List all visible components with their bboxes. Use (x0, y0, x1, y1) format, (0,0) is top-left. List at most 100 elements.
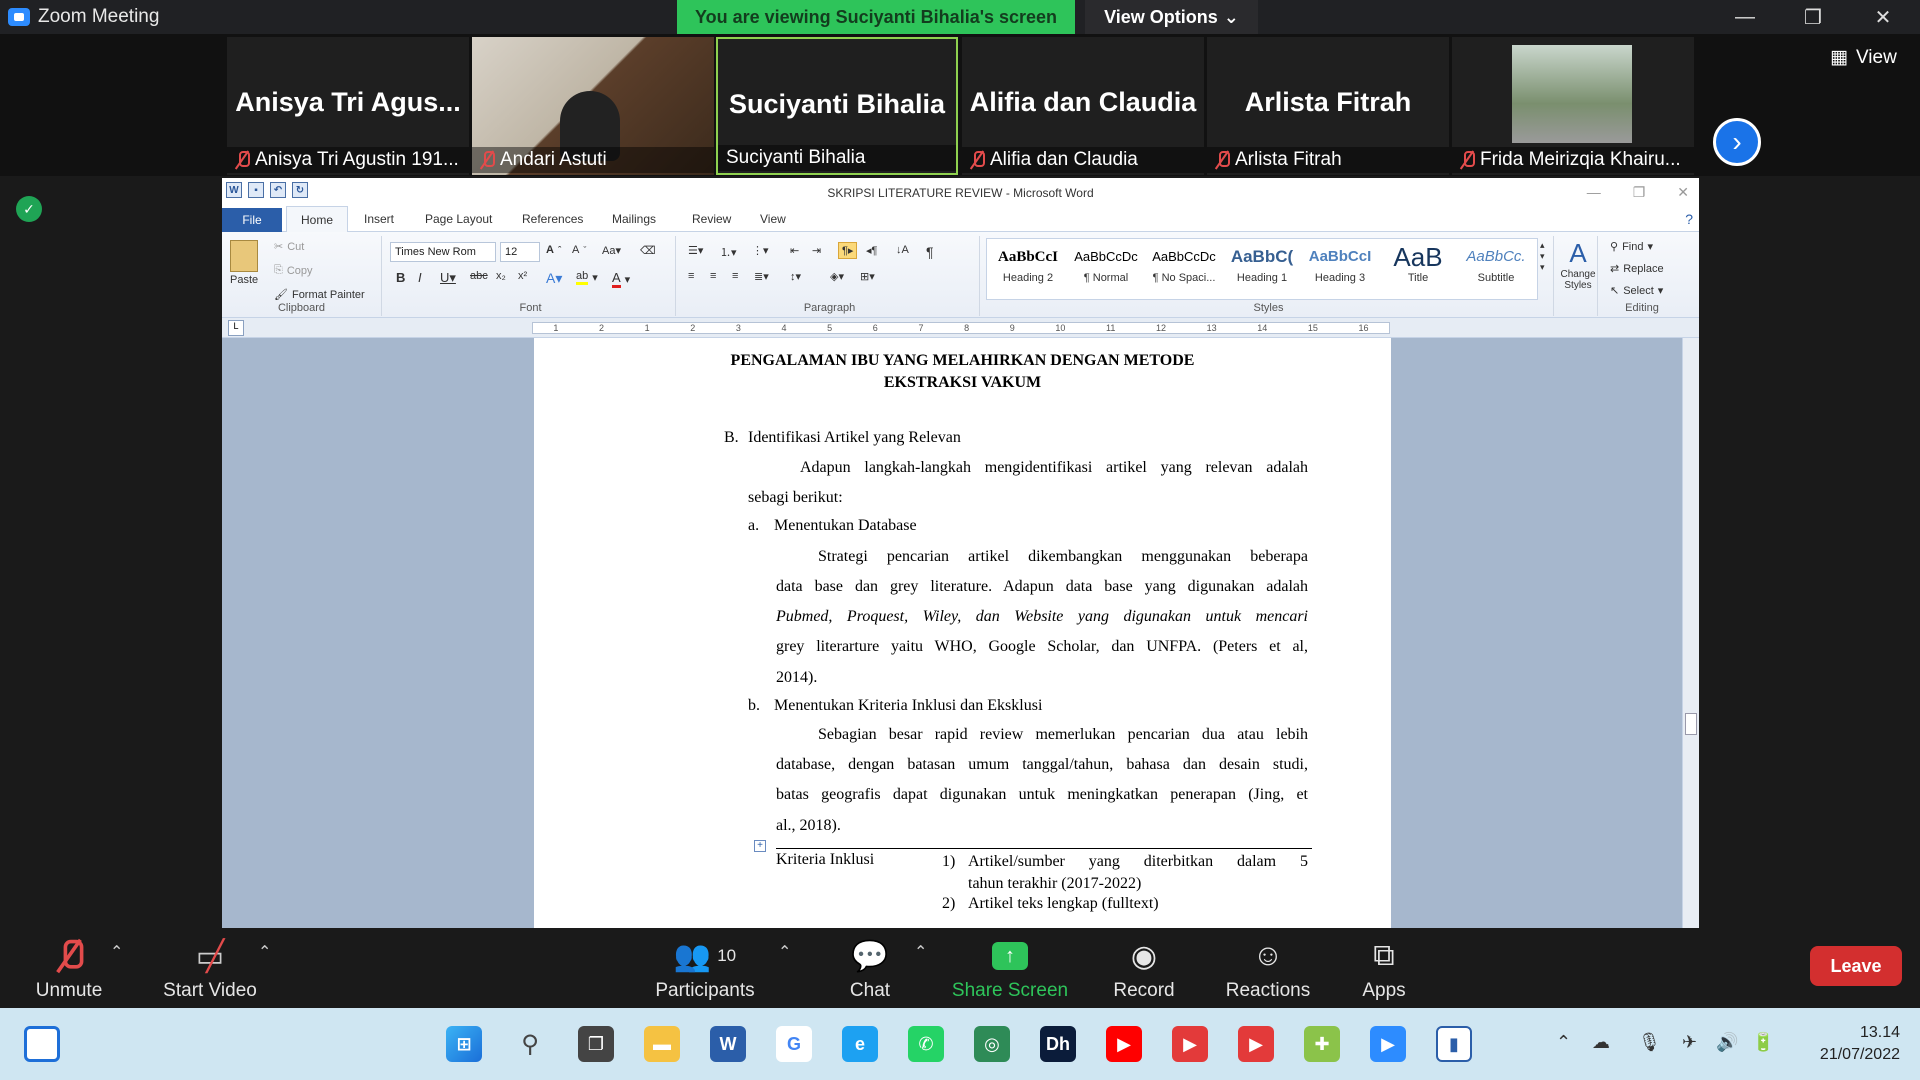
style-heading-1[interactable]: AaBbC(Heading 1 (1224, 242, 1300, 298)
participant-tile[interactable]: Frida Meirizqia Khairu... (1452, 37, 1694, 175)
find-button[interactable]: ⚲ Find ▾ (1610, 240, 1653, 254)
change-styles-button[interactable]: A Change Styles (1558, 238, 1598, 291)
youtube-icon[interactable]: ▶ (1106, 1026, 1142, 1062)
participant-tile-video[interactable]: Andari Astuti (472, 37, 714, 175)
style-no-spacing[interactable]: AaBbCcDc ¶ No Spaci... (1146, 242, 1222, 298)
format-painter-button[interactable]: 🖌 Format Painter (274, 288, 365, 302)
word-restore-button[interactable]: ❐ (1633, 184, 1646, 201)
app-green-icon[interactable]: ◎ (974, 1026, 1010, 1062)
horizontal-ruler[interactable]: L 1 2 1 2 3 4 5 6 7 8 9 10 11 12 13 14 1… (222, 318, 1699, 338)
ltr-button[interactable]: ¶▸ (838, 242, 858, 259)
word-taskbar-icon[interactable]: W (710, 1026, 746, 1062)
video-player-icon[interactable]: ▶ (1172, 1026, 1208, 1062)
participant-tile[interactable]: Anisya Tri Agus... Anisya Tri Agustin 19… (227, 37, 469, 175)
justify-button[interactable]: ≣▾ (754, 270, 769, 283)
paste-button[interactable]: Paste (230, 240, 258, 286)
widgets-icon[interactable] (24, 1026, 60, 1062)
tab-view[interactable]: View (760, 212, 786, 226)
view-options-button[interactable]: View Options ⌄ (1085, 0, 1258, 34)
underline-button[interactable]: U▾ (440, 270, 456, 286)
tab-review[interactable]: Review (692, 212, 731, 226)
chrome-icon[interactable]: G (776, 1026, 812, 1062)
participants-options-caret[interactable]: ⌃ (778, 942, 791, 962)
tab-selector-icon[interactable]: L (228, 320, 244, 336)
style-subtitle[interactable]: AaBbCc. Subtitle (1458, 242, 1534, 298)
leave-button[interactable]: Leave (1810, 946, 1902, 986)
word-minimize-button[interactable]: — (1587, 184, 1601, 201)
line-spacing-button[interactable]: ↕▾ (790, 270, 801, 283)
next-page-button[interactable]: › (1713, 118, 1761, 166)
italic-button[interactable]: I (418, 270, 422, 285)
scrollbar-thumb[interactable] (1685, 713, 1697, 735)
app-dh-icon[interactable]: Dh (1040, 1026, 1076, 1062)
cloud-icon[interactable]: ☁ (1592, 1032, 1610, 1053)
view-button[interactable]: ▦ View (1830, 46, 1897, 69)
replace-button[interactable]: ⇄ Replace (1610, 262, 1664, 276)
chat-options-caret[interactable]: ⌃ (914, 942, 927, 962)
select-button[interactable]: ↖ Select ▾ (1610, 284, 1663, 298)
font-name-combo[interactable]: Times New Rom (390, 242, 496, 262)
multilevel-list-button[interactable]: ⋮▾ (752, 244, 769, 257)
battery-icon[interactable]: 🔋 (1752, 1032, 1774, 1053)
superscript-button[interactable]: x² (518, 270, 527, 282)
increase-indent-button[interactable]: ⇥ (812, 244, 821, 257)
align-left-button[interactable]: ≡ (688, 270, 694, 282)
help-icon[interactable]: ? (1685, 211, 1693, 227)
table-move-handle-icon[interactable]: + (754, 840, 766, 852)
styles-scroll[interactable]: ▴ ▾ ▾ (1540, 240, 1545, 273)
style-title[interactable]: AaB Title (1380, 242, 1456, 298)
numbering-button[interactable]: ⒈▾ (720, 244, 737, 260)
record-button[interactable]: ◉ Record (1100, 936, 1188, 1002)
participant-tile-active-speaker[interactable]: Suciyanti Bihalia Suciyanti Bihalia (716, 37, 958, 175)
airplane-icon[interactable]: ✈ (1682, 1032, 1697, 1053)
subscript-button[interactable]: x₂ (496, 270, 506, 282)
participants-button[interactable]: 👥 10 Participants (650, 936, 760, 1002)
microphone-icon[interactable]: 🎙 (1638, 1032, 1661, 1053)
close-button[interactable]: ✕ (1848, 0, 1918, 34)
align-right-button[interactable]: ≡ (732, 270, 738, 282)
audio-options-caret[interactable]: ⌃ (110, 942, 123, 962)
tab-file[interactable]: File (222, 208, 282, 232)
chat-button[interactable]: 💬 Chat (830, 936, 910, 1002)
tab-mailings[interactable]: Mailings (612, 212, 656, 226)
word-close-button[interactable]: ✕ (1677, 184, 1689, 201)
tab-insert[interactable]: Insert (364, 212, 394, 226)
whatsapp-icon[interactable]: ✆ (908, 1026, 944, 1062)
change-case-button[interactable]: Aa▾ (602, 244, 621, 257)
font-size-combo[interactable]: 12 (500, 242, 540, 262)
borders-button[interactable]: ⊞▾ (860, 270, 875, 283)
grow-font-button[interactable]: Aˆ (546, 244, 561, 256)
shading-button[interactable]: ◈▾ (830, 270, 844, 283)
search-icon[interactable]: ⚲ (512, 1026, 548, 1062)
restore-button[interactable]: ❐ (1778, 0, 1848, 34)
tab-home[interactable]: Home (286, 206, 348, 232)
video-player-2-icon[interactable]: ▶ (1238, 1026, 1274, 1062)
window-thumbnail-icon[interactable]: ▮ (1436, 1026, 1472, 1062)
edge-icon[interactable]: e (842, 1026, 878, 1062)
style-normal[interactable]: AaBbCcDc ¶ Normal (1068, 242, 1144, 298)
participant-tile[interactable]: Arlista Fitrah Arlista Fitrah (1207, 37, 1449, 175)
document-area[interactable]: PENGALAMAN IBU YANG MELAHIRKAN DENGAN ME… (222, 338, 1699, 928)
highlight-button[interactable]: ab ▾ (576, 270, 598, 285)
vertical-scrollbar[interactable] (1682, 338, 1699, 928)
show-formatting-button[interactable]: ¶ (926, 244, 934, 260)
unmute-button[interactable]: Unmute (24, 936, 114, 1002)
document-page[interactable]: PENGALAMAN IBU YANG MELAHIRKAN DENGAN ME… (534, 338, 1391, 928)
zoom-taskbar-icon[interactable]: ▶ (1370, 1026, 1406, 1062)
apps-button[interactable]: ⧉ Apps (1350, 936, 1418, 1002)
start-video-button[interactable]: ▭ ╱ Start Video (150, 936, 270, 1002)
style-heading-3[interactable]: AaBbCcI Heading 3 (1302, 242, 1378, 298)
start-menu-icon[interactable]: ⊞ (446, 1026, 482, 1062)
minimize-button[interactable]: — (1710, 0, 1780, 34)
reactions-button[interactable]: ☺ Reactions (1218, 936, 1318, 1002)
bold-button[interactable]: B (396, 270, 405, 285)
volume-icon[interactable]: 🔊 (1716, 1032, 1738, 1053)
video-options-caret[interactable]: ⌃ (258, 942, 271, 962)
show-hidden-icons[interactable]: ⌃ (1556, 1032, 1571, 1053)
share-screen-button[interactable]: ↑ Share Screen (950, 936, 1070, 1002)
tab-page-layout[interactable]: Page Layout (425, 212, 492, 226)
file-explorer-icon[interactable]: ▬ (644, 1026, 680, 1062)
font-color-button[interactable]: A ▾ (612, 270, 630, 288)
shrink-font-button[interactable]: Aˇ (572, 244, 586, 256)
text-effects-button[interactable]: A▾ (546, 270, 562, 287)
